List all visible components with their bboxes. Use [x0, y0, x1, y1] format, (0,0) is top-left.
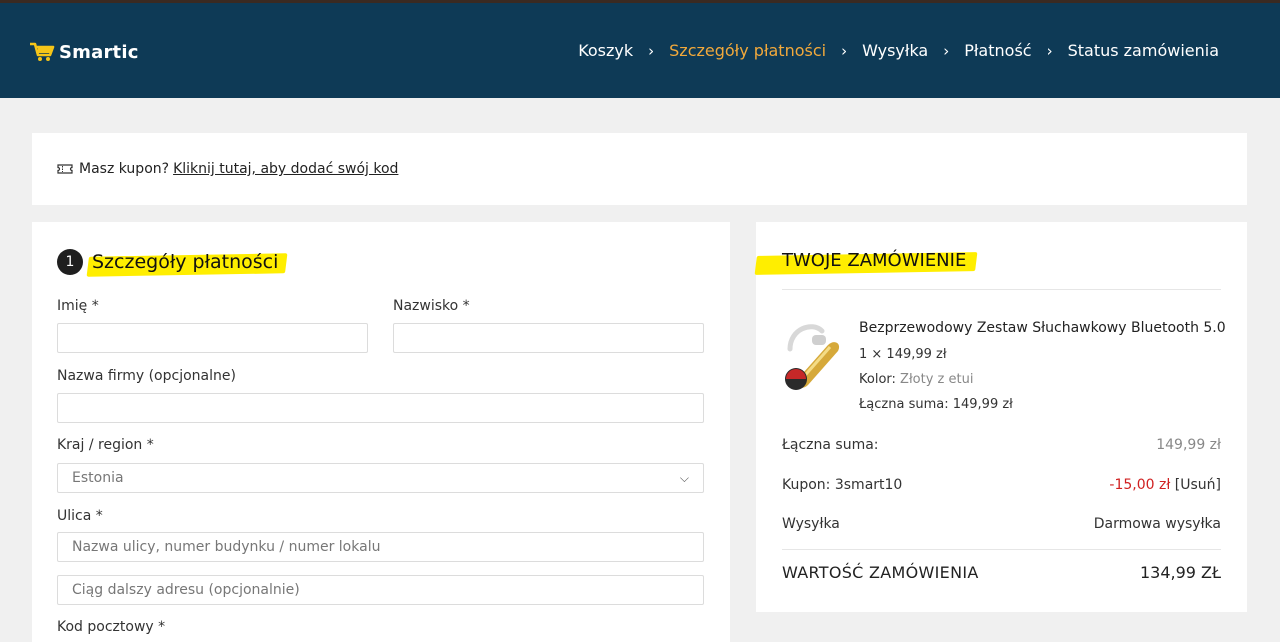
coupon-notice: Masz kupon? Kliknij tutaj, aby dodać swó… — [32, 133, 1247, 205]
last-name-input[interactable] — [393, 323, 704, 353]
divider — [782, 549, 1221, 550]
chevron-right-icon: › — [1046, 41, 1053, 60]
product-color-value: Złoty z etui — [900, 372, 974, 387]
step-order-status[interactable]: Status zamówienia — [1068, 41, 1219, 60]
shipping-label: Wysyłka — [782, 516, 840, 532]
postcode-label: Kod pocztowy * — [57, 619, 166, 635]
product-color: Kolor: Złoty z etui — [859, 372, 973, 387]
last-name-label: Nazwisko * — [393, 298, 470, 314]
site-header: Smartic Koszyk › Szczegóły płatności › W… — [0, 3, 1280, 98]
billing-title: Szczegóły płatności — [92, 251, 279, 273]
checkout-steps: Koszyk › Szczegóły płatności › Wysyłka ›… — [578, 41, 1219, 60]
subtotal-value: 149,99 zł — [1156, 437, 1221, 453]
chevron-down-icon: ⌵ — [679, 470, 689, 485]
remove-coupon-link[interactable]: [Usuń] — [1175, 477, 1221, 493]
order-summary-panel: TWOJE ZAMÓWIENIE Bezprzewodowy Zestaw Sł… — [756, 222, 1247, 612]
ticket-icon — [57, 164, 73, 174]
street-label: Ulica * — [57, 508, 103, 524]
chevron-right-icon: › — [648, 41, 655, 60]
first-name-label: Imię * — [57, 298, 99, 314]
company-input[interactable] — [57, 393, 704, 423]
first-name-input[interactable] — [57, 323, 368, 353]
subtotal-label: Łączna suma: — [782, 437, 879, 453]
divider — [782, 289, 1221, 290]
chevron-right-icon: › — [943, 41, 950, 60]
shipping-value: Darmowa wysyłka — [1093, 516, 1221, 532]
product-name[interactable]: Bezprzewodowy Zestaw Słuchawkowy Bluetoo… — [859, 320, 1226, 336]
coupon-prompt: Masz kupon? — [79, 161, 170, 177]
logo-text: Smartic — [59, 41, 139, 63]
coupon-discount: -15,00 zł — [1109, 477, 1171, 493]
step-billing-details[interactable]: Szczegóły płatności — [669, 41, 826, 60]
product-color-label: Kolor: — [859, 372, 896, 387]
product-qty-price: 1 × 149,99 zł — [859, 347, 947, 362]
street2-placeholder: Ciąg dalszy adresu (opcjonalnie) — [72, 582, 300, 598]
order-title: TWOJE ZAMÓWIENIE — [756, 248, 970, 273]
coupon-code-label: Kupon: 3smart10 — [782, 477, 903, 493]
product-line-total: Łączna suma: 149,99 zł — [859, 397, 1013, 412]
country-value: Estonia — [72, 470, 124, 486]
street2-input[interactable]: Ciąg dalszy adresu (opcjonalnie) — [57, 575, 704, 605]
street-placeholder: Nazwa ulicy, numer budynku / numer lokal… — [72, 539, 381, 555]
order-total-value: 134,99 ZŁ — [1139, 563, 1221, 582]
chevron-right-icon: › — [841, 41, 848, 60]
billing-details-panel: 1 Szczegóły płatności Imię * Nazwisko * … — [32, 222, 730, 642]
coupon-row-value: -15,00 zł [Usuń] — [1109, 477, 1221, 493]
country-label: Kraj / region * — [57, 437, 154, 453]
step-payment[interactable]: Płatność — [964, 41, 1031, 60]
order-total-label: WARTOŚĆ ZAMÓWIENIA — [782, 563, 979, 582]
street-input[interactable]: Nazwa ulicy, numer budynku / numer lokal… — [57, 532, 704, 562]
logo[interactable]: Smartic — [29, 41, 139, 63]
step-cart[interactable]: Koszyk — [578, 41, 633, 60]
cart-logo-icon — [30, 42, 55, 61]
step-shipping[interactable]: Wysyłka — [862, 41, 928, 60]
add-coupon-link[interactable]: Kliknij tutaj, aby dodać swój kod — [173, 161, 398, 177]
product-image — [785, 324, 840, 390]
step-number-badge: 1 — [57, 249, 83, 275]
country-select[interactable]: Estonia ⌵ — [57, 463, 704, 493]
company-label: Nazwa firmy (opcjonalne) — [57, 368, 236, 384]
